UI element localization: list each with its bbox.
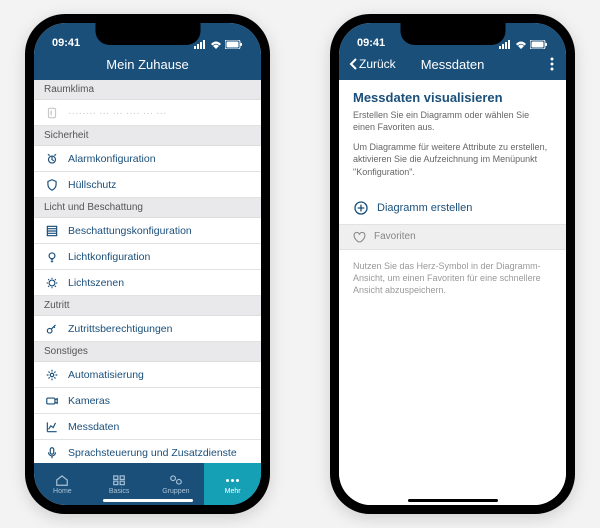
- water-heater-icon: [44, 105, 60, 121]
- groups-icon: [168, 473, 184, 487]
- scenes-icon: [44, 275, 60, 291]
- heart-icon: [353, 231, 366, 243]
- list-item-label: Lichtszenen: [68, 277, 124, 289]
- section-licht: Licht und Beschattung: [34, 198, 261, 218]
- header: Mein Zuhause: [34, 51, 261, 80]
- alarm-icon: [44, 151, 60, 167]
- section-sicherheit: Sicherheit: [34, 126, 261, 146]
- status-indicators: [194, 40, 243, 49]
- intro-text-2: Um Diagramme für weitere Attribute zu er…: [353, 141, 552, 177]
- main-list[interactable]: Raumklima ········ ··· ··· ···· ··· ··· …: [34, 80, 261, 463]
- status-time: 09:41: [52, 37, 80, 49]
- section-zutritt: Zutritt: [34, 296, 261, 316]
- tab-home[interactable]: Home: [34, 463, 91, 505]
- list-item-messdaten[interactable]: Messdaten: [34, 414, 261, 440]
- favorites-hint: Nutzen Sie das Herz-Symbol in der Diagra…: [339, 250, 566, 306]
- phone-right: 09:41 Zurück Messdaten Messdaten visuali…: [330, 14, 575, 514]
- messdaten-content: Messdaten visualisieren Erstellen Sie ei…: [339, 80, 566, 505]
- bulb-icon: [44, 249, 60, 265]
- home-indicator[interactable]: [408, 499, 498, 502]
- list-item-lichtkonfig[interactable]: Lichtkonfiguration: [34, 244, 261, 270]
- header-title: Mein Zuhause: [106, 57, 188, 72]
- section-sonstiges: Sonstiges: [34, 342, 261, 362]
- list-item-sprachsteuerung[interactable]: Sprachsteuerung und Zusatzdienste: [34, 440, 261, 463]
- tab-label: Mehr: [225, 488, 241, 495]
- list-item-zutritt[interactable]: Zutrittsberechtigungen: [34, 316, 261, 342]
- more-vertical-icon: [550, 57, 554, 71]
- chart-icon: [44, 419, 60, 435]
- home-indicator[interactable]: [103, 499, 193, 502]
- signal-icon: [499, 40, 512, 49]
- list-item-lichtszenen[interactable]: Lichtszenen: [34, 270, 261, 296]
- screen-right: 09:41 Zurück Messdaten Messdaten visuali…: [339, 23, 566, 505]
- phone-left: 09:41 Mein Zuhause Raumklima ········ ··…: [25, 14, 270, 514]
- list-item-label: Zutrittsberechtigungen: [68, 323, 172, 335]
- status-indicators: [499, 40, 548, 49]
- camera-icon: [44, 393, 60, 409]
- list-item-beschattung[interactable]: Beschattungskonfiguration: [34, 218, 261, 244]
- key-icon: [44, 321, 60, 337]
- more-icon: [225, 473, 241, 487]
- wifi-icon: [210, 40, 222, 49]
- header: Zurück Messdaten: [339, 51, 566, 80]
- list-item-label: Sprachsteuerung und Zusatzdienste: [68, 447, 237, 459]
- battery-icon: [530, 40, 548, 49]
- tab-label: Gruppen: [162, 488, 189, 495]
- tab-label: Home: [53, 488, 72, 495]
- tab-mehr[interactable]: Mehr: [204, 463, 261, 505]
- header-title: Messdaten: [421, 57, 485, 72]
- wifi-icon: [515, 40, 527, 49]
- list-item-label: ········ ··· ··· ···· ··· ···: [68, 107, 167, 119]
- gear-icon: [44, 367, 60, 383]
- blinds-icon: [44, 223, 60, 239]
- plus-circle-icon: [353, 200, 369, 216]
- list-item-huellschutz[interactable]: Hüllschutz: [34, 172, 261, 198]
- list-item-label: Automatisierung: [68, 369, 144, 381]
- list-item-kameras[interactable]: Kameras: [34, 388, 261, 414]
- list-item-automatisierung[interactable]: Automatisierung: [34, 362, 261, 388]
- notch: [95, 23, 200, 45]
- mic-icon: [44, 445, 60, 461]
- intro-text-1: Erstellen Sie ein Diagramm oder wählen S…: [353, 109, 552, 133]
- back-button[interactable]: Zurück: [349, 57, 396, 71]
- list-item-label: Lichtkonfiguration: [68, 251, 150, 263]
- favorites-header: Favoriten: [339, 224, 566, 250]
- page-title: Messdaten visualisieren: [353, 90, 552, 105]
- list-item-label: Hüllschutz: [68, 179, 116, 191]
- list-item-truncated[interactable]: ········ ··· ··· ···· ··· ···: [34, 100, 261, 126]
- list-item-label: Alarmkonfiguration: [68, 153, 156, 165]
- grid-icon: [111, 473, 127, 487]
- shield-icon: [44, 177, 60, 193]
- list-item-label: Messdaten: [68, 421, 119, 433]
- list-item-label: Kameras: [68, 395, 110, 407]
- more-button[interactable]: [550, 57, 554, 71]
- action-label: Diagramm erstellen: [377, 202, 472, 214]
- notch: [400, 23, 505, 45]
- create-diagram-button[interactable]: Diagramm erstellen: [339, 192, 566, 224]
- home-icon: [54, 473, 70, 487]
- list-item-label: Beschattungskonfiguration: [68, 225, 192, 237]
- list-item-alarm[interactable]: Alarmkonfiguration: [34, 146, 261, 172]
- tab-label: Basics: [109, 488, 130, 495]
- intro-block: Messdaten visualisieren Erstellen Sie ei…: [339, 80, 566, 192]
- battery-icon: [225, 40, 243, 49]
- screen-left: 09:41 Mein Zuhause Raumklima ········ ··…: [34, 23, 261, 505]
- back-label: Zurück: [359, 57, 396, 71]
- section-raumklima: Raumklima: [34, 80, 261, 100]
- signal-icon: [194, 40, 207, 49]
- favorites-label: Favoriten: [374, 231, 416, 242]
- status-time: 09:41: [357, 37, 385, 49]
- chevron-left-icon: [349, 58, 357, 70]
